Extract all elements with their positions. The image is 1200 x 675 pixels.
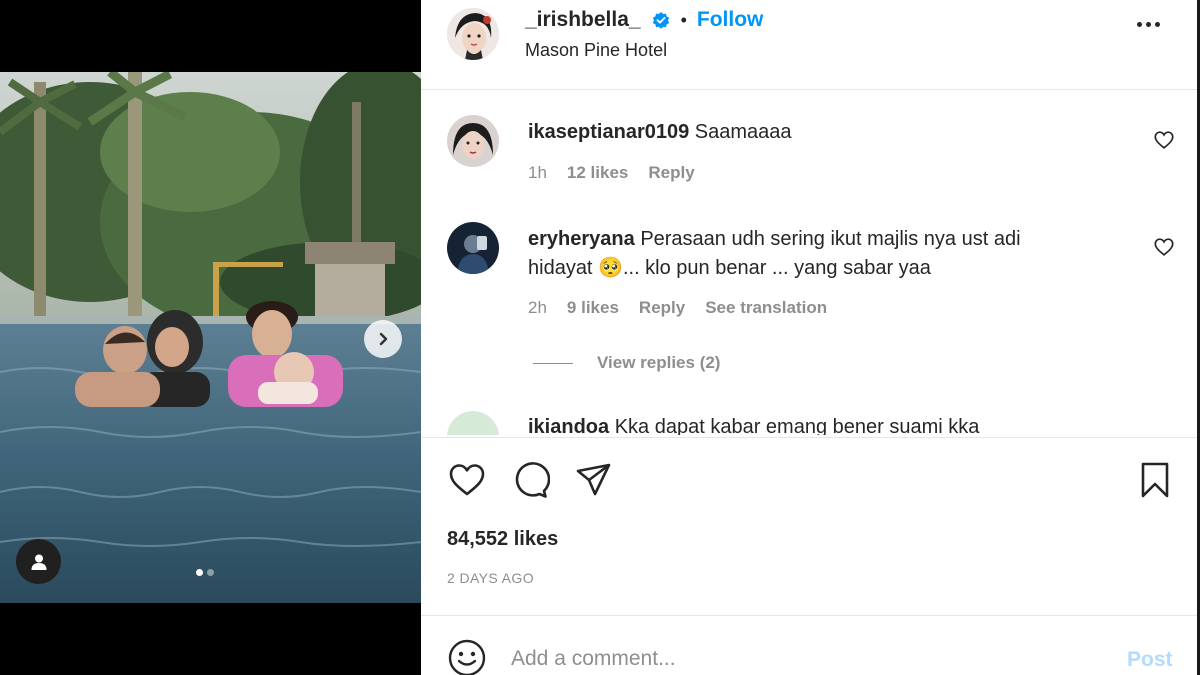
commenter-avatar-image — [447, 115, 499, 167]
post-location[interactable]: Mason Pine Hotel — [525, 40, 667, 61]
post-header: _irishbella_ • Follow Mason Pine Hotel — [421, 0, 1197, 90]
commenter-avatar-image — [447, 222, 499, 274]
view-replies-button[interactable]: View replies (2) — [533, 353, 720, 373]
verified-badge-icon — [652, 12, 669, 29]
comment-reply-button[interactable]: Reply — [648, 163, 694, 183]
emoji-smiley-icon[interactable] — [447, 638, 487, 675]
likes-count[interactable]: 84,552 likes — [447, 528, 558, 551]
comment-username[interactable]: ikiandoa — [528, 416, 609, 435]
comment-text: Saamaaaa — [694, 121, 792, 143]
user-icon — [31, 554, 46, 570]
pool-photo-illustration — [0, 72, 421, 603]
post-details-panel: _irishbella_ • Follow Mason Pine Hotel i… — [421, 0, 1197, 675]
comment-username[interactable]: eryheryana — [528, 228, 635, 250]
commenter-avatar[interactable] — [447, 411, 499, 435]
comment-composer: Post — [421, 615, 1197, 675]
chevron-right-icon — [379, 332, 388, 346]
like-heart-icon[interactable] — [447, 460, 487, 500]
save-bookmark-icon[interactable] — [1135, 460, 1175, 500]
author-name-row: _irishbella_ • Follow — [525, 8, 763, 32]
more-dot — [1146, 22, 1151, 27]
add-comment-input[interactable] — [511, 642, 1071, 675]
follow-button[interactable]: Follow — [697, 8, 764, 32]
comment-like-heart-icon[interactable] — [1153, 236, 1175, 258]
author-avatar-image — [447, 8, 499, 60]
comment-like-heart-icon[interactable] — [1153, 129, 1175, 151]
comment-meta: 1h 12 likes Reply — [528, 163, 695, 183]
post-actions-section: 84,552 likes 2 DAYS AGO — [421, 437, 1197, 615]
carousel-indicator — [196, 569, 214, 576]
comment-text: Kka dapat kabar emang bener suami kka — [614, 416, 980, 435]
view-replies-label: View replies (2) — [597, 353, 721, 372]
see-translation-button[interactable]: See translation — [705, 298, 827, 318]
comment-meta: 2h 9 likes Reply See translation — [528, 298, 827, 318]
comment-reply-button[interactable]: Reply — [639, 298, 685, 318]
commenter-avatar[interactable] — [447, 115, 499, 167]
more-options-icon[interactable] — [1137, 22, 1160, 27]
carousel-next-button[interactable] — [364, 320, 402, 358]
comments-list: ikaseptianar0109 Saamaaaa 1h 12 likes Re… — [421, 91, 1197, 435]
more-dot — [1155, 22, 1160, 27]
author-avatar[interactable] — [447, 8, 499, 60]
more-dot — [1137, 22, 1142, 27]
comment-body: eryheryana Perasaan udh sering ikut majl… — [528, 225, 1088, 283]
comment-time[interactable]: 2h — [528, 298, 547, 318]
comment-username[interactable]: ikaseptianar0109 — [528, 121, 689, 143]
comment-likes[interactable]: 9 likes — [567, 298, 619, 318]
post-comment-button[interactable]: Post — [1127, 648, 1173, 672]
post-media-pane — [0, 0, 421, 675]
view-replies-line — [533, 362, 573, 364]
carousel-dot — [207, 569, 214, 576]
tagged-users-button[interactable] — [16, 539, 61, 584]
comment-body: ikaseptianar0109 Saamaaaa — [528, 118, 1088, 147]
author-username[interactable]: _irishbella_ — [525, 8, 641, 32]
comment-body: ikiandoa Kka dapat kabar emang bener sua… — [528, 413, 1088, 435]
share-paper-plane-icon[interactable] — [574, 460, 614, 500]
comment-likes[interactable]: 12 likes — [567, 163, 628, 183]
header-separator: • — [680, 9, 687, 30]
commenter-avatar[interactable] — [447, 222, 499, 274]
comment-bubble-icon[interactable] — [510, 460, 550, 500]
carousel-dot-active — [196, 569, 203, 576]
post-photo[interactable] — [0, 72, 421, 603]
comment-time[interactable]: 1h — [528, 163, 547, 183]
post-date: 2 DAYS AGO — [447, 570, 534, 586]
